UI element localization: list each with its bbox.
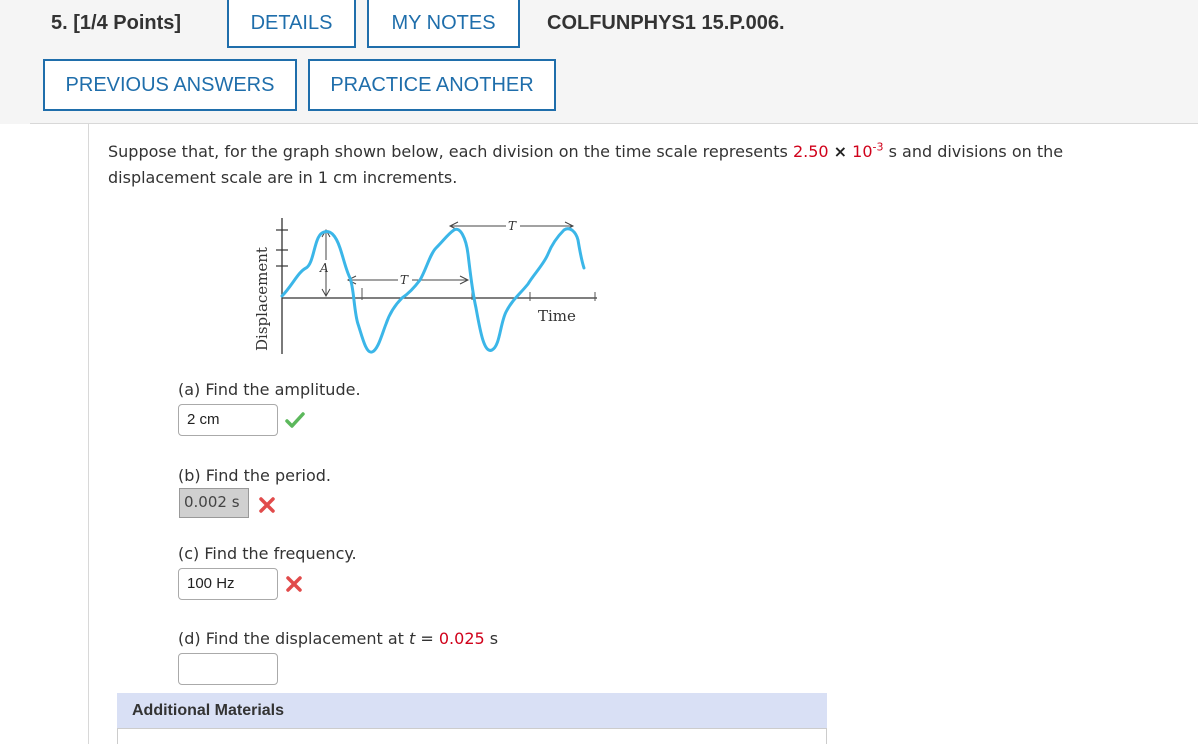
part-a-label: (a) Find the amplitude. — [178, 380, 361, 399]
displacement-time-graph: Displacement Time A T T — [253, 218, 597, 354]
previous-answers-button[interactable]: PREVIOUS ANSWERS — [43, 59, 297, 111]
part-b-label: (b) Find the period. — [178, 466, 331, 485]
header-divider — [30, 123, 1198, 124]
content-left-border — [88, 124, 89, 744]
time-division-value: 2.50 × 10-3 — [792, 140, 884, 161]
amplitude-label: A — [319, 261, 329, 275]
period-label-upper: T — [508, 219, 517, 233]
incorrect-x-icon — [286, 576, 302, 592]
my-notes-button[interactable]: MY NOTES — [367, 0, 520, 48]
problem-text-1: Suppose that, for the graph shown below,… — [108, 142, 793, 161]
incorrect-x-icon — [259, 497, 275, 513]
practice-another-button[interactable]: PRACTICE ANOTHER — [308, 59, 556, 111]
x-axis-label: Time — [538, 307, 576, 325]
question-id: COLFUNPHYS1 15.P.006. — [547, 12, 785, 34]
question-number: 5. [1/4 Points] — [51, 12, 182, 34]
correct-check-icon — [285, 412, 305, 428]
additional-materials-header[interactable]: Additional Materials — [117, 693, 827, 729]
part-c-label: (c) Find the frequency. — [178, 544, 357, 563]
additional-materials-body — [117, 729, 827, 744]
problem-statement: Suppose that, for the graph shown below,… — [108, 139, 1168, 191]
period-label-lower: T — [400, 273, 409, 287]
additional-materials-label: Additional Materials — [132, 702, 285, 719]
frequency-answer-input[interactable]: 100 Hz — [178, 568, 278, 600]
amplitude-answer-input[interactable]: 2 cm — [178, 404, 278, 436]
displacement-answer-input[interactable] — [178, 653, 278, 685]
y-axis-label: Displacement — [253, 247, 271, 351]
waveform — [280, 227, 586, 354]
part-d-label: (d) Find the displacement at t = 0.025 s — [178, 629, 499, 648]
details-button[interactable]: DETAILS — [227, 0, 356, 48]
period-answer-input[interactable]: 0.002 s — [179, 488, 249, 518]
